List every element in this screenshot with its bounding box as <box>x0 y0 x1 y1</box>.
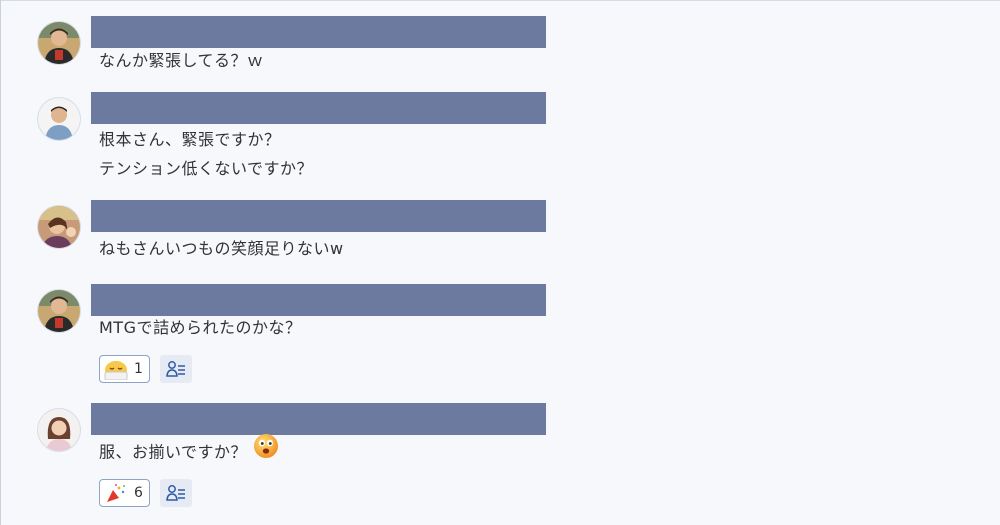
reaction-bar: 1 <box>99 355 192 383</box>
reaction-bar: 6 <box>99 479 192 507</box>
party-popper-emoji-icon <box>107 483 125 502</box>
sender-name-redacted <box>91 284 546 316</box>
surprised-face-emoji-icon <box>253 433 279 469</box>
sender-name-redacted <box>91 92 546 124</box>
user-avatar[interactable] <box>38 206 80 248</box>
message-item: MTGで詰められたのかな？ 1 <box>38 284 558 388</box>
reaction-users-button[interactable] <box>159 479 192 507</box>
user-list-icon <box>166 485 185 501</box>
user-avatar[interactable] <box>38 22 80 64</box>
message-text: テンション低くないですか？ <box>99 159 314 178</box>
left-border <box>0 0 1 525</box>
sleepy-face-emoji-icon <box>104 361 128 380</box>
reaction-users-button[interactable] <box>159 355 192 383</box>
user-list-icon <box>166 361 185 377</box>
message-text: ねもさんいつもの笑顔足りないw <box>99 239 344 258</box>
message-text-body: 服、お揃いですか？ <box>99 442 248 462</box>
message-item: ねもさんいつもの笑顔足りないw <box>38 200 558 264</box>
user-avatar[interactable] <box>38 98 80 140</box>
message-item: 根本さん、緊張ですか？ テンション低くないですか？ <box>38 92 558 188</box>
sender-name-redacted <box>91 403 546 435</box>
message-text: MTGで詰められたのかな？ <box>99 318 302 337</box>
message-text: 服、お揃いですか？ <box>99 434 279 469</box>
message-text: なんか緊張してる？ｗ <box>99 51 264 70</box>
message-text: 根本さん、緊張ですか？ <box>99 130 281 149</box>
user-avatar[interactable] <box>38 290 80 332</box>
sender-name-redacted <box>91 200 546 232</box>
message-item: 服、お揃いですか？ 6 <box>38 403 558 513</box>
reaction-sleepy[interactable]: 1 <box>99 355 150 383</box>
reaction-count: 6 <box>134 485 143 501</box>
message-item: なんか緊張してる？ｗ <box>38 16 558 76</box>
reaction-party[interactable]: 6 <box>99 479 150 507</box>
top-border <box>0 0 1000 1</box>
reaction-count: 1 <box>134 361 143 377</box>
user-avatar[interactable] <box>38 409 80 451</box>
sender-name-redacted <box>91 16 546 48</box>
